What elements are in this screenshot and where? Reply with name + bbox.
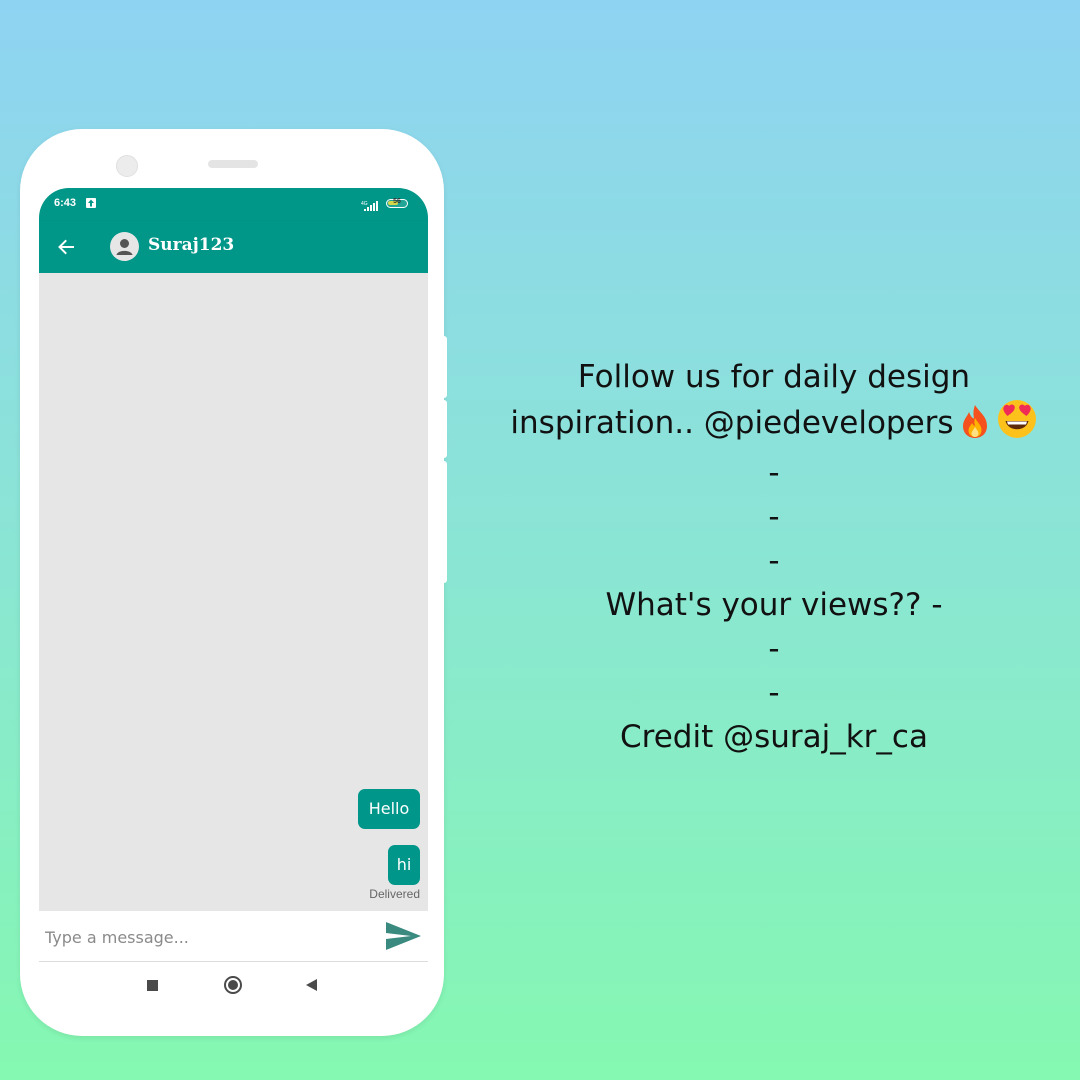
battery-icon: 56 xyxy=(386,198,408,208)
promo-dash: - xyxy=(768,675,780,711)
chat-message-area[interactable]: Hello hi Delivered xyxy=(39,273,428,911)
avatar[interactable] xyxy=(110,232,139,261)
heart-eyes-emoji-icon xyxy=(996,399,1038,451)
promo-credit: Credit @suraj_kr_ca xyxy=(620,719,928,755)
message-bubble[interactable]: Hello xyxy=(358,789,420,829)
promo-text: Follow us for daily design inspiration..… xyxy=(470,355,1078,759)
earpiece-speaker xyxy=(208,160,258,168)
promo-line: Follow us for daily design xyxy=(577,359,971,395)
signal-icon: 4G xyxy=(361,197,381,216)
message-bubble[interactable]: hi xyxy=(388,845,420,885)
svg-text:4G: 4G xyxy=(361,201,368,207)
volume-down-button xyxy=(443,400,447,458)
upload-icon xyxy=(86,198,96,208)
send-icon[interactable] xyxy=(385,921,422,955)
home-circle-icon[interactable] xyxy=(224,976,242,994)
promo-line: What's your views?? - xyxy=(605,587,943,623)
battery-level: 56 xyxy=(393,198,401,205)
front-camera xyxy=(116,155,138,177)
status-time: 6:43 xyxy=(54,197,77,209)
promo-line-with-emojis: inspiration.. @piedevelopers xyxy=(470,399,1078,451)
message-input[interactable] xyxy=(43,923,377,951)
promo-handle-line: inspiration.. @piedevelopers xyxy=(510,405,954,441)
promo-dash: - xyxy=(768,631,780,667)
chat-app-bar: Suraj123 xyxy=(39,221,428,273)
power-button xyxy=(443,461,447,583)
system-navigation-bar xyxy=(39,964,428,1008)
promo-dash: - xyxy=(768,455,780,491)
fire-emoji-icon xyxy=(958,403,992,451)
contact-name[interactable]: Suraj123 xyxy=(148,235,234,255)
message-composer xyxy=(39,911,428,962)
phone-screen: 6:43 4G 56 Suraj123 Hello hi Delivered T… xyxy=(39,188,428,963)
recents-square-icon[interactable] xyxy=(147,980,158,991)
status-bar: 6:43 4G 56 xyxy=(39,188,428,221)
back-triangle-icon[interactable] xyxy=(306,979,317,991)
promo-dash: - xyxy=(768,499,780,535)
promo-dash: - xyxy=(768,543,780,579)
delivery-status: Delivered xyxy=(369,887,420,901)
back-arrow-icon[interactable] xyxy=(56,237,76,261)
avatar-icon xyxy=(116,239,133,255)
volume-up-button xyxy=(443,336,447,398)
